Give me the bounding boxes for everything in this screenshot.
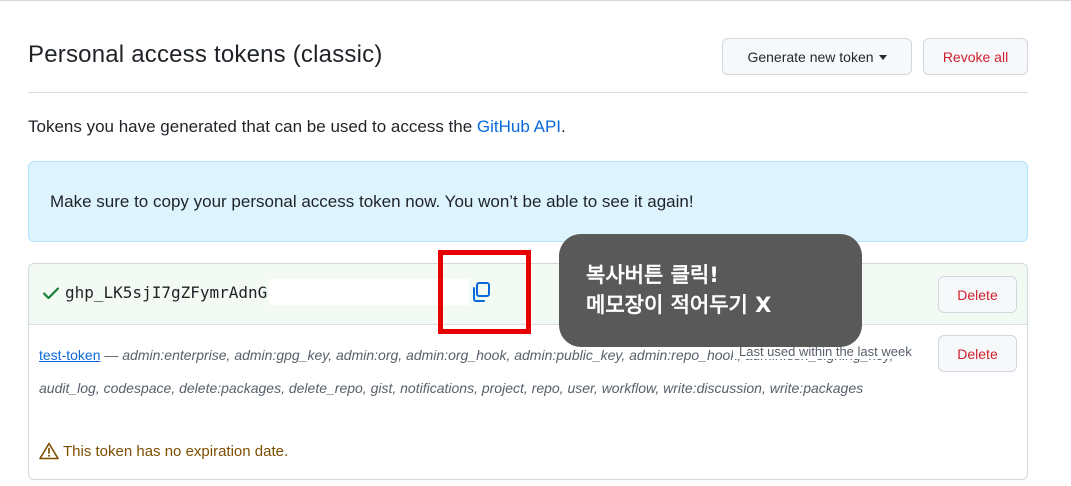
check-icon bbox=[43, 287, 59, 300]
annotation-line-2: 메모장이 적어두기 X bbox=[586, 293, 772, 317]
expiry-warning: This token has no expiration date. bbox=[39, 442, 288, 460]
page-title: Personal access tokens (classic) bbox=[28, 41, 383, 68]
intro-text: Tokens you have generated that can be us… bbox=[28, 117, 566, 136]
token-name-link[interactable]: test-token bbox=[39, 347, 100, 363]
top-divider bbox=[0, 0, 1071, 1]
annotation-bubble: 복사버튼 클릭! 메모장이 적어두기 X bbox=[559, 234, 862, 347]
generate-new-token-label: Generate new token bbox=[747, 48, 874, 65]
alert-icon bbox=[39, 442, 59, 460]
page-header: Personal access tokens (classic) Generat… bbox=[28, 38, 1028, 93]
delete-new-token-button[interactable]: Delete bbox=[938, 276, 1017, 313]
copy-token-notice: Make sure to copy your personal access t… bbox=[28, 161, 1028, 242]
copy-button-highlight bbox=[438, 250, 531, 334]
revoke-all-button[interactable]: Revoke all bbox=[923, 38, 1028, 75]
github-api-link[interactable]: GitHub API bbox=[477, 117, 561, 136]
annotation-line-1: 복사버튼 클릭! bbox=[586, 263, 719, 287]
delete-token-button[interactable]: Delete bbox=[938, 335, 1017, 372]
generate-new-token-button[interactable]: Generate new token bbox=[722, 38, 912, 75]
notice-message: Make sure to copy your personal access t… bbox=[50, 192, 694, 211]
token-value: ghp_LK5sjI7gZFymrAdnG bbox=[65, 283, 268, 302]
expiry-text: This token has no expiration date. bbox=[63, 442, 289, 460]
caret-down-icon bbox=[878, 55, 887, 60]
